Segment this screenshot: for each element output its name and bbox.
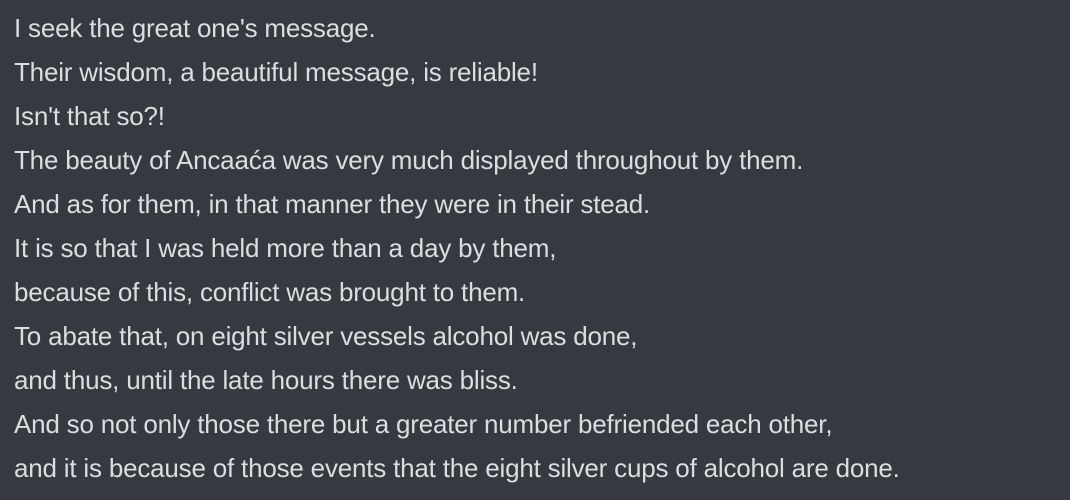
message-line: It is so that I was held more than a day… (14, 233, 557, 263)
message-line: And as for them, in that manner they wer… (14, 189, 651, 219)
message-line: And so not only those there but a greate… (14, 409, 833, 439)
message-line: To abate that, on eight silver vessels a… (14, 321, 638, 351)
message-line: and it is because of those events that t… (14, 453, 900, 483)
message-line: and thus, until the late hours there was… (14, 365, 518, 395)
message-line: Their wisdom, a beautiful message, is re… (14, 57, 538, 87)
message-line: I seek the great one's message. (14, 13, 376, 43)
message-line: Isn't that so?! (14, 101, 165, 131)
message-line: because of this, conflict was brought to… (14, 277, 526, 307)
message-body: I seek the great one's message. Their wi… (14, 6, 1070, 490)
message-line: The beauty of Ancaaća was very much disp… (14, 145, 804, 175)
